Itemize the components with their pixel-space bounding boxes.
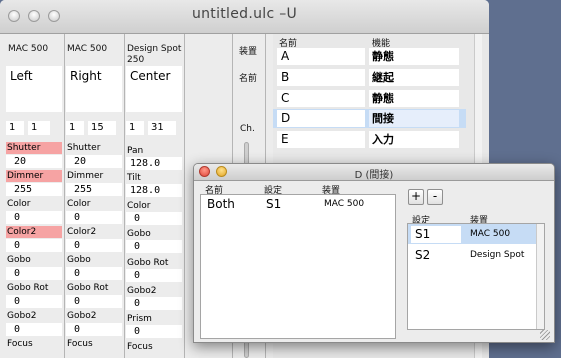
resize-grip-icon[interactable]	[540, 330, 550, 340]
function-type-field[interactable]: 静態	[369, 90, 459, 107]
function-name-field[interactable]: B	[277, 69, 365, 86]
param-value-field[interactable]: 128.0	[126, 157, 182, 170]
function-row[interactable]: B 継起	[273, 68, 466, 87]
param-label: Shutter	[6, 142, 62, 154]
param-value-field[interactable]: 255	[66, 183, 122, 196]
param-label: Gobo Rot	[7, 283, 49, 293]
universe-field[interactable]: 1	[6, 121, 24, 135]
device-label: 装置	[239, 47, 258, 57]
param-value-field[interactable]: 0	[66, 267, 122, 280]
param-label: Dimmer	[67, 171, 104, 181]
param-label: Gobo2	[127, 286, 157, 296]
sub-window-title: D (間接)	[354, 170, 394, 181]
param-label: Gobo2	[7, 311, 37, 321]
fixture-type-label: MAC 500	[67, 44, 108, 54]
function-name-field[interactable]: C	[277, 90, 365, 107]
param-label: Gobo Rot	[67, 283, 109, 293]
setting-device-field[interactable]: MAC 500	[466, 226, 534, 243]
param-value-field[interactable]: 0	[6, 211, 62, 224]
member-device-field[interactable]: MAC 500	[320, 196, 390, 213]
member-name-field[interactable]: Both	[203, 196, 259, 213]
function-row[interactable]: A 静態	[273, 47, 466, 66]
param-label: Gobo	[67, 255, 91, 265]
param-label: Prism	[127, 314, 152, 324]
param-label: Focus	[127, 342, 153, 352]
fixture-name-field[interactable]: Center	[126, 66, 182, 112]
column-divider	[64, 34, 65, 358]
param-value-field[interactable]: 0	[6, 239, 62, 252]
function-type-field[interactable]: 入力	[369, 131, 459, 148]
setting-device-field[interactable]: Design Spot	[466, 247, 534, 264]
param-value-field[interactable]: 0	[126, 269, 182, 282]
param-value-field[interactable]: 128.0	[126, 184, 182, 197]
param-value-field[interactable]: 0	[126, 297, 182, 310]
param-value-field[interactable]: 0	[66, 323, 122, 336]
function-type-field[interactable]: 間接	[369, 110, 459, 127]
address-field[interactable]: 31	[148, 121, 176, 135]
channel-label: Ch.	[240, 124, 255, 134]
fixture-type-label: Design Spot 250	[127, 44, 182, 65]
param-label: Color2	[6, 226, 62, 238]
param-value-field[interactable]: 0	[66, 211, 122, 224]
param-label: Gobo2	[67, 311, 97, 321]
universe-field[interactable]: 1	[126, 121, 144, 135]
param-label: Color	[67, 199, 91, 209]
function-name-field[interactable]: D	[277, 110, 365, 127]
function-row[interactable]: C 静態	[273, 89, 466, 108]
remove-button[interactable]: -	[427, 189, 443, 205]
function-row[interactable]: E 入力	[273, 130, 466, 149]
member-setting-field[interactable]: S1	[262, 196, 317, 213]
member-list[interactable]	[200, 194, 396, 339]
function-detail-window: D (間接) 名前 設定 装置 Both S1 MAC 500 + - 設定 装…	[193, 163, 555, 343]
param-value-field[interactable]: 20	[6, 155, 62, 168]
param-value-field[interactable]: 0	[6, 295, 62, 308]
setting-name-field[interactable]: S2	[411, 247, 461, 264]
param-value-field[interactable]: 0	[126, 212, 182, 225]
param-label: Pan	[127, 146, 144, 156]
param-label: Focus	[67, 339, 93, 349]
param-value-field[interactable]: 0	[126, 325, 182, 338]
param-label: Dimmer	[6, 170, 62, 182]
param-value-field[interactable]: 0	[66, 295, 122, 308]
add-button[interactable]: +	[408, 189, 424, 205]
param-label: Shutter	[67, 143, 101, 153]
fixture-type-label: MAC 500	[8, 44, 49, 54]
param-value-field[interactable]: 20	[66, 155, 122, 168]
param-label: Color2	[67, 227, 97, 237]
sub-titlebar[interactable]: D (間接)	[194, 164, 554, 181]
param-value-field[interactable]: 0	[6, 323, 62, 336]
param-label: Color	[127, 201, 151, 211]
param-label: Tilt	[127, 173, 141, 183]
fixture-name-field[interactable]: Left	[6, 66, 62, 112]
param-label: Focus	[7, 339, 33, 349]
address-field[interactable]: 1	[28, 121, 50, 135]
function-row-selected[interactable]: D 間接	[273, 109, 466, 128]
function-type-field[interactable]: 静態	[369, 48, 459, 65]
window-title: untitled.ulc –U	[191, 6, 298, 22]
universe-field[interactable]: 1	[66, 121, 84, 135]
column-divider	[184, 34, 185, 358]
function-name-field[interactable]: E	[277, 131, 365, 148]
param-label: Gobo Rot	[127, 258, 169, 268]
param-label: Gobo	[127, 229, 151, 239]
param-value-field[interactable]: 0	[6, 267, 62, 280]
function-name-field[interactable]: A	[277, 48, 365, 65]
param-label: Color	[7, 199, 31, 209]
main-titlebar[interactable]: untitled.ulc –U	[0, 0, 489, 34]
param-label: Gobo	[7, 255, 31, 265]
setting-name-field[interactable]: S1	[411, 226, 461, 243]
fixture-name-field[interactable]: Right	[66, 66, 122, 112]
param-value-field[interactable]: 0	[126, 240, 182, 253]
name-label: 名前	[239, 74, 258, 84]
param-value-field[interactable]: 0	[66, 239, 122, 252]
function-type-field[interactable]: 継起	[369, 69, 459, 86]
address-field[interactable]: 15	[88, 121, 116, 135]
column-divider	[124, 34, 125, 358]
settings-list-scrollbar[interactable]	[536, 224, 544, 329]
param-value-field[interactable]: 255	[6, 183, 62, 196]
